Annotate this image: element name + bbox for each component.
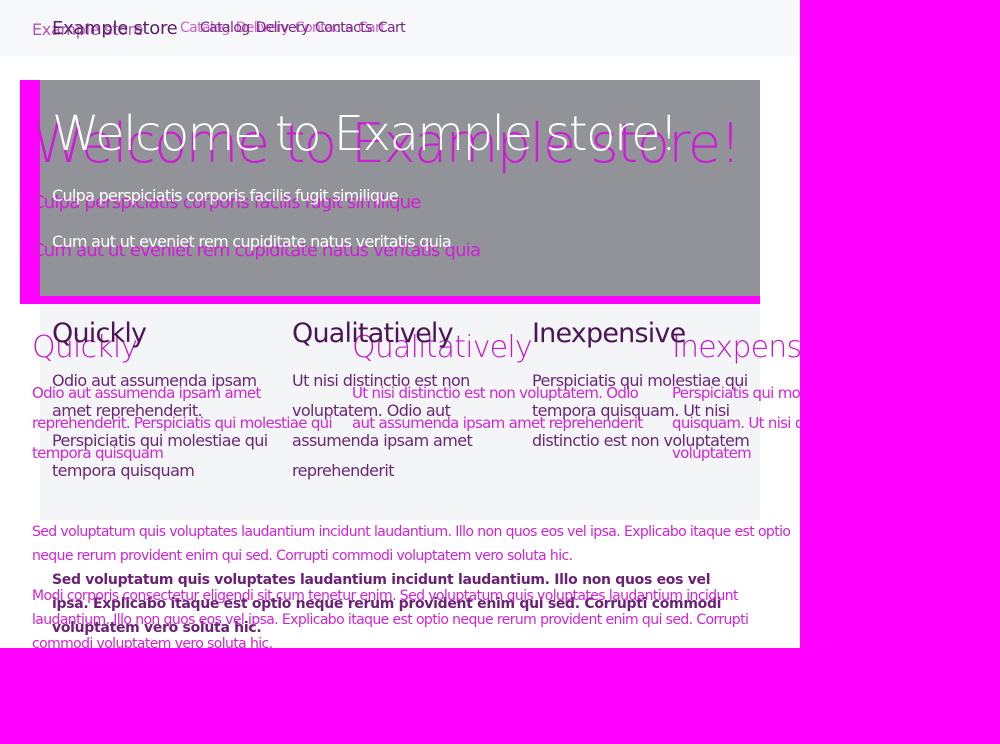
hero-title: Welcome to Example store! bbox=[52, 106, 678, 162]
nav-link-cart[interactable]: Cart bbox=[378, 20, 406, 36]
paragraph-ghost-2: Modi corporis consectetur eligendi sit c… bbox=[32, 588, 749, 648]
brand-link[interactable]: Example store bbox=[52, 18, 178, 39]
feature-title-qualitatively: Qualitatively bbox=[292, 318, 454, 349]
feature-title-ghost-3: Inexpensive bbox=[672, 330, 800, 365]
nav-link-delivery[interactable]: Delivery bbox=[256, 20, 310, 36]
paragraph-ghost-1: Sed voluptatum quis voluptates laudantiu… bbox=[32, 524, 791, 564]
hero-line-2: Cum aut ut eveniet rem cupiditate natus … bbox=[52, 232, 452, 251]
nav-link-contacts[interactable]: Contacts bbox=[315, 20, 373, 36]
feature-text-quickly: Odio aut assumenda ipsam amet reprehende… bbox=[52, 371, 268, 480]
nav-link-catalog[interactable]: Catalog bbox=[200, 20, 250, 36]
navbar: Example store Catalog Delivery Contacts … bbox=[0, 0, 800, 56]
feature-title-inexpensive: Inexpensive bbox=[532, 318, 686, 349]
nav-links: Catalog Delivery Contacts Cart bbox=[200, 20, 406, 36]
feature-title-quickly: Quickly bbox=[52, 318, 147, 349]
feature-text-inexpensive: Perspiciatis qui molestiae qui tempora q… bbox=[532, 371, 750, 450]
hero-line-1: Culpa perspiciatis corporis facilis fugi… bbox=[52, 186, 399, 205]
feature-text-qualitatively: Ut nisi distinctio est non voluptatem. O… bbox=[292, 371, 473, 480]
page: Example store Catalog Delivery Contacts … bbox=[0, 0, 800, 648]
